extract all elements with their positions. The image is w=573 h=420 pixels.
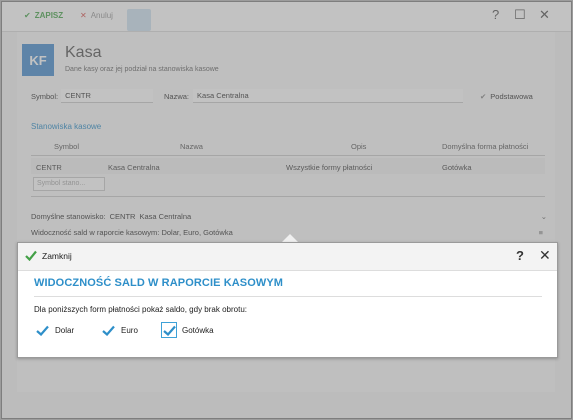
check-icon (101, 325, 115, 336)
checkbox-gotowka[interactable]: Gotówka (161, 322, 214, 338)
checkbox[interactable] (161, 322, 177, 338)
checkbox[interactable] (100, 322, 116, 338)
popup-toolbar: Zamknij ? ✕ (18, 243, 557, 271)
checkbox[interactable] (34, 322, 50, 338)
close-icon[interactable]: ✕ (539, 247, 551, 264)
check-icon (35, 325, 49, 336)
check-icon (162, 325, 176, 336)
check-icon (25, 250, 37, 261)
help-icon[interactable]: ? (516, 248, 524, 263)
checkbox-euro[interactable]: Euro (100, 322, 138, 338)
popup-description: Dla poniższych form płatności pokaż sald… (34, 305, 247, 314)
divider (34, 296, 542, 297)
visibility-popup: Zamknij ? ✕ WIDOCZNOŚĆ SALD W RAPORCIE K… (17, 242, 558, 358)
close-button[interactable]: Zamknij (25, 250, 72, 261)
popup-title: WIDOCZNOŚĆ SALD W RAPORCIE KASOWYM (34, 277, 284, 289)
checkbox-dolar[interactable]: Dolar (34, 322, 74, 338)
